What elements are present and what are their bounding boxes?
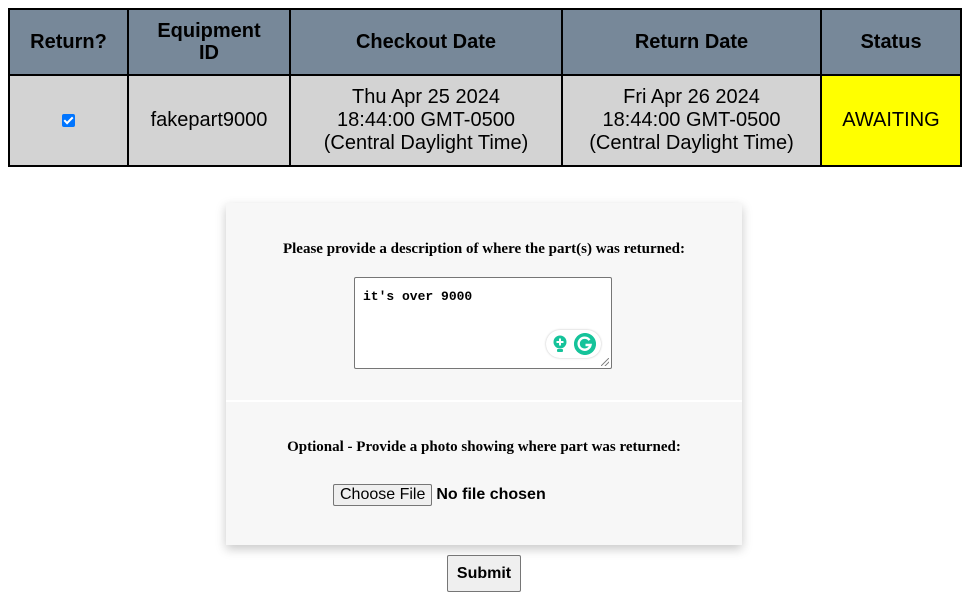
checkout-date-cell: Thu Apr 25 2024 18:44:00 GMT-0500 (Centr… <box>289 74 563 167</box>
header-equipment-id: Equipment ID <box>127 8 291 76</box>
resize-handle[interactable] <box>601 358 609 366</box>
return-date-line3: (Central Daylight Time) <box>589 132 794 154</box>
return-cell <box>8 74 129 167</box>
grammarly-icon[interactable] <box>574 333 596 355</box>
description-text: it's over 9000 <box>363 289 473 304</box>
return-form-card: Please provide a description of where th… <box>226 203 742 545</box>
return-date-line1: Fri Apr 26 2024 <box>623 86 760 108</box>
header-status: Status <box>820 8 962 76</box>
lightbulb-icon[interactable] <box>552 335 568 353</box>
table-header-row: Return? Equipment ID Checkout Date Retur… <box>8 8 962 76</box>
submit-button[interactable]: Submit <box>447 555 521 592</box>
photo-label: Optional - Provide a photo showing where… <box>287 439 681 455</box>
header-return-date: Return Date <box>561 8 822 76</box>
header-equipment-id-line2: ID <box>199 42 219 64</box>
return-date-cell: Fri Apr 26 2024 18:44:00 GMT-0500 (Centr… <box>561 74 822 167</box>
no-file-chosen-text: No file chosen <box>436 486 546 503</box>
table-row: fakepart9000 Thu Apr 25 2024 18:44:00 GM… <box>8 74 962 167</box>
description-textarea[interactable]: it's over 9000 <box>354 277 612 369</box>
status-badge: AWAITING <box>820 74 962 167</box>
header-checkout-date: Checkout Date <box>289 8 563 76</box>
file-input[interactable]: Choose File No file chosen <box>333 484 546 506</box>
equipment-id-cell: fakepart9000 <box>127 74 291 167</box>
card-divider <box>226 400 742 402</box>
header-equipment-id-line1: Equipment <box>157 20 261 42</box>
return-checkbox[interactable] <box>62 114 75 128</box>
checkout-date-line2: 18:44:00 GMT-0500 <box>337 109 515 131</box>
equipment-table: Return? Equipment ID Checkout Date Retur… <box>8 8 962 167</box>
checkout-date-line3: (Central Daylight Time) <box>323 132 529 154</box>
return-date-line2: 18:44:00 GMT-0500 <box>602 109 781 131</box>
description-label: Please provide a description of where th… <box>282 241 686 257</box>
checkout-date-line1: Thu Apr 25 2024 <box>352 86 500 108</box>
grammarly-widget[interactable] <box>546 330 601 358</box>
header-return: Return? <box>8 8 129 76</box>
choose-file-button[interactable]: Choose File <box>333 484 433 506</box>
